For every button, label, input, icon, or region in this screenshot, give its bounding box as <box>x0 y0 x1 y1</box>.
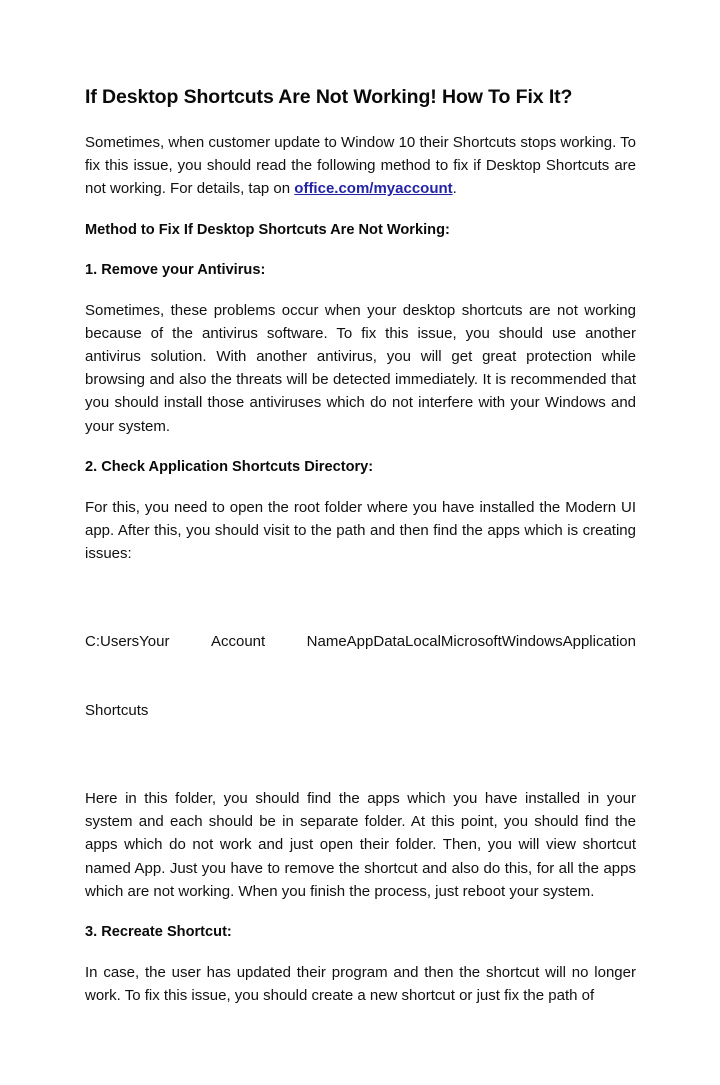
path-continuation: Shortcuts <box>85 702 149 720</box>
shortcuts-directory-path: C:UsersYour Account NameAppDataLocalMicr… <box>85 583 636 769</box>
section-1-body: Sometimes, these problems occur when you… <box>85 301 636 435</box>
intro-text-after-link: . <box>452 180 457 198</box>
intro-paragraph: Sometimes, when customer update to Windo… <box>85 131 636 201</box>
office-myaccount-link[interactable]: office.com/myaccount <box>294 180 452 197</box>
section-2-body-after: Here in this folder, you should find the… <box>85 790 636 900</box>
method-heading: Method to Fix If Desktop Shortcuts Are N… <box>85 221 450 238</box>
path-segment-drive: C:UsersYour <box>85 632 170 650</box>
path-segment-appdata: NameAppDataLocalMicrosoftWindowsApplicat… <box>306 632 636 650</box>
path-row: C:UsersYour Account NameAppDataLocalMicr… <box>85 630 636 653</box>
document-page: If Desktop Shortcuts Are Not Working! Ho… <box>0 0 720 1004</box>
section-2-heading: 2. Check Application Shortcuts Directory… <box>85 458 374 475</box>
section-3-heading: 3. Recreate Shortcut: <box>85 924 232 941</box>
section-3-body: In case, the user has updated their prog… <box>85 964 636 1005</box>
page-title: If Desktop Shortcuts Are Not Working! Ho… <box>85 86 573 108</box>
path-segment-account: Account <box>210 632 266 650</box>
section-1-heading: 1. Remove your Antivirus: <box>85 261 266 278</box>
page-bottom-whitespace <box>85 1025 636 1085</box>
section-2-body: For this, you need to open the root fold… <box>85 498 636 563</box>
